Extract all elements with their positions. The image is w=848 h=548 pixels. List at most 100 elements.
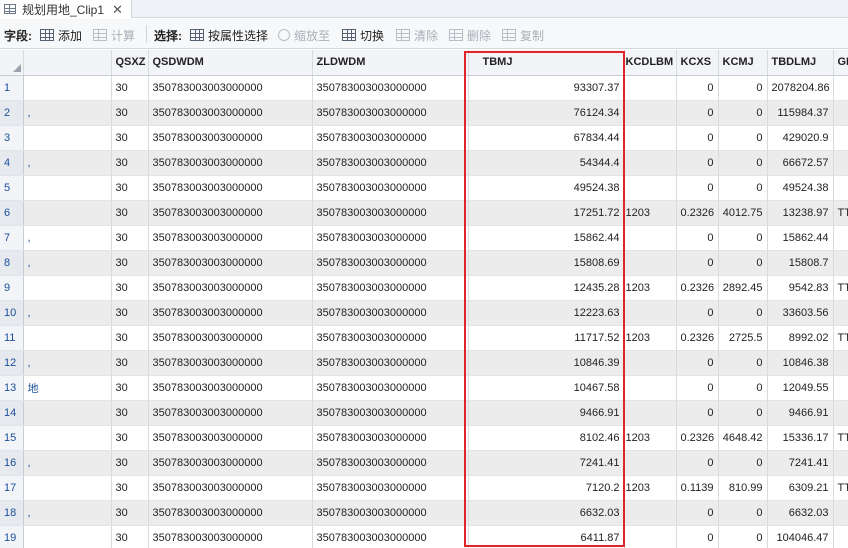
row-number[interactable]: 3 — [0, 125, 24, 151]
cell-tbdlmj[interactable]: 9466.91 — [767, 400, 834, 426]
cell-kcdlbm[interactable]: 1203 — [624, 475, 677, 501]
cell-truncated[interactable] — [23, 200, 112, 226]
cell-truncated[interactable] — [23, 275, 112, 301]
cell-kcdlbm[interactable] — [624, 350, 677, 376]
cell-kcxs[interactable]: 0.1139 — [676, 475, 719, 501]
table-row[interactable]: 9 30 350783003003000000 350783003003000000 1… — [0, 275, 848, 301]
cell-kcxs[interactable]: 0 — [676, 150, 719, 176]
cell-kcxs[interactable]: 0 — [676, 350, 719, 376]
row-number[interactable]: 4 — [0, 150, 24, 176]
calculate-field-button[interactable]: 计算 — [93, 27, 135, 43]
cell-truncated[interactable] — [23, 525, 112, 548]
table-row[interactable]: 1 30 350783003003000000 350783003003000000 9… — [0, 75, 848, 101]
cell-truncated[interactable]: , — [23, 300, 112, 326]
cell-truncated[interactable]: , — [23, 100, 112, 126]
cell-zldwdm[interactable]: 350783003003000000 — [312, 225, 469, 251]
row-number[interactable]: 9 — [0, 275, 24, 301]
cell-qsxz[interactable]: 30 — [111, 325, 149, 351]
cell-tbdlmj[interactable]: 12049.55 — [767, 375, 834, 401]
cell-gd[interactable] — [833, 175, 848, 201]
cell-tbdlmj[interactable]: 66672.57 — [767, 150, 834, 176]
cell-kcdlbm[interactable] — [624, 300, 677, 326]
cell-qsxz[interactable]: 30 — [111, 475, 149, 501]
cell-gd[interactable] — [833, 400, 848, 426]
cell-qsdwdm[interactable]: 350783003003000000 — [148, 450, 313, 476]
table-row[interactable]: 14 30 350783003003000000 350783003003000000… — [0, 400, 848, 426]
cell-qsdwdm[interactable]: 350783003003000000 — [148, 150, 313, 176]
cell-tbdlmj[interactable]: 15862.44 — [767, 225, 834, 251]
column-header-qsxz[interactable]: QSXZ — [111, 50, 149, 76]
cell-qsxz[interactable]: 30 — [111, 225, 149, 251]
cell-gd[interactable] — [833, 350, 848, 376]
cell-qsdwdm[interactable]: 350783003003000000 — [148, 500, 313, 526]
cell-kcmj[interactable]: 0 — [718, 175, 768, 201]
select-by-attributes-button[interactable]: 按属性选择 — [190, 27, 268, 43]
cell-gd[interactable] — [833, 525, 848, 548]
column-header-zldwdm[interactable]: ZLDWDM — [312, 50, 469, 76]
cell-gd[interactable]: TT — [833, 275, 848, 301]
cell-truncated[interactable]: , — [23, 225, 112, 251]
row-number[interactable]: 18 — [0, 500, 24, 526]
table-row[interactable]: 15 30 350783003003000000 350783003003000000… — [0, 425, 848, 451]
close-icon[interactable]: ✕ — [112, 3, 123, 16]
table-row[interactable]: 16, 30 350783003003000000 35078300300300000… — [0, 450, 848, 476]
cell-gd[interactable] — [833, 375, 848, 401]
cell-qsdwdm[interactable]: 350783003003000000 — [148, 200, 313, 226]
cell-kcmj[interactable]: 0 — [718, 300, 768, 326]
cell-kcdlbm[interactable] — [624, 225, 677, 251]
row-number[interactable]: 11 — [0, 325, 24, 351]
cell-tbmj[interactable]: 15808.69 — [468, 250, 625, 276]
table-row[interactable]: 11 30 350783003003000000 350783003003000000… — [0, 325, 848, 351]
cell-truncated[interactable]: , — [23, 250, 112, 276]
column-header-kcdlbm[interactable]: KCDLBM — [624, 50, 677, 76]
table-row[interactable]: 3 30 350783003003000000 350783003003000000 6… — [0, 125, 848, 151]
cell-tbdlmj[interactable]: 104046.47 — [767, 525, 834, 548]
cell-tbdlmj[interactable]: 6309.21 — [767, 475, 834, 501]
cell-qsxz[interactable]: 30 — [111, 125, 149, 151]
cell-qsxz[interactable]: 30 — [111, 425, 149, 451]
cell-kcdlbm[interactable] — [624, 400, 677, 426]
cell-kcxs[interactable]: 0 — [676, 525, 719, 548]
cell-tbdlmj[interactable]: 9542.83 — [767, 275, 834, 301]
tab-attribute-table[interactable]: 规划用地_Clip1 ✕ — [0, 0, 132, 18]
table-row[interactable]: 18, 30 350783003003000000 35078300300300000… — [0, 500, 848, 526]
cell-tbmj[interactable]: 7120.2 — [468, 475, 625, 501]
cell-kcxs[interactable]: 0 — [676, 100, 719, 126]
cell-qsxz[interactable]: 30 — [111, 350, 149, 376]
table-row[interactable]: 12, 30 350783003003000000 35078300300300000… — [0, 350, 848, 376]
cell-kcmj[interactable]: 0 — [718, 250, 768, 276]
cell-qsdwdm[interactable]: 350783003003000000 — [148, 375, 313, 401]
cell-zldwdm[interactable]: 350783003003000000 — [312, 325, 469, 351]
row-number[interactable]: 14 — [0, 400, 24, 426]
column-header-gd[interactable]: GD — [833, 50, 848, 76]
cell-kcxs[interactable]: 0.2326 — [676, 275, 719, 301]
cell-tbdlmj[interactable]: 13238.97 — [767, 200, 834, 226]
cell-zldwdm[interactable]: 350783003003000000 — [312, 400, 469, 426]
table-row[interactable]: 4, 30 350783003003000000 350783003003000000… — [0, 150, 848, 176]
cell-tbmj[interactable]: 12223.63 — [468, 300, 625, 326]
cell-kcdlbm[interactable] — [624, 525, 677, 548]
table-row[interactable]: 19 30 350783003003000000 350783003003000000… — [0, 525, 848, 548]
cell-kcxs[interactable]: 0 — [676, 175, 719, 201]
column-header-tbdlmj[interactable]: TBDLMJ — [767, 50, 834, 76]
row-number[interactable]: 5 — [0, 175, 24, 201]
row-number[interactable]: 15 — [0, 425, 24, 451]
cell-kcmj[interactable]: 0 — [718, 525, 768, 548]
cell-kcdlbm[interactable] — [624, 75, 677, 101]
cell-truncated[interactable]: , — [23, 350, 112, 376]
cell-tbdlmj[interactable]: 49524.38 — [767, 175, 834, 201]
row-number[interactable]: 10 — [0, 300, 24, 326]
cell-kcmj[interactable]: 0 — [718, 400, 768, 426]
cell-truncated[interactable]: , — [23, 450, 112, 476]
cell-kcxs[interactable]: 0 — [676, 450, 719, 476]
cell-tbmj[interactable]: 9466.91 — [468, 400, 625, 426]
table-row[interactable]: 17 30 350783003003000000 350783003003000000… — [0, 475, 848, 501]
cell-kcxs[interactable]: 0 — [676, 75, 719, 101]
cell-kcdlbm[interactable]: 1203 — [624, 200, 677, 226]
column-header-kcxs[interactable]: KCXS — [676, 50, 719, 76]
row-number[interactable]: 8 — [0, 250, 24, 276]
cell-qsdwdm[interactable]: 350783003003000000 — [148, 475, 313, 501]
cell-kcmj[interactable]: 4012.75 — [718, 200, 768, 226]
cell-qsxz[interactable]: 30 — [111, 275, 149, 301]
column-header-qsdwdm[interactable]: QSDWDM — [148, 50, 313, 76]
